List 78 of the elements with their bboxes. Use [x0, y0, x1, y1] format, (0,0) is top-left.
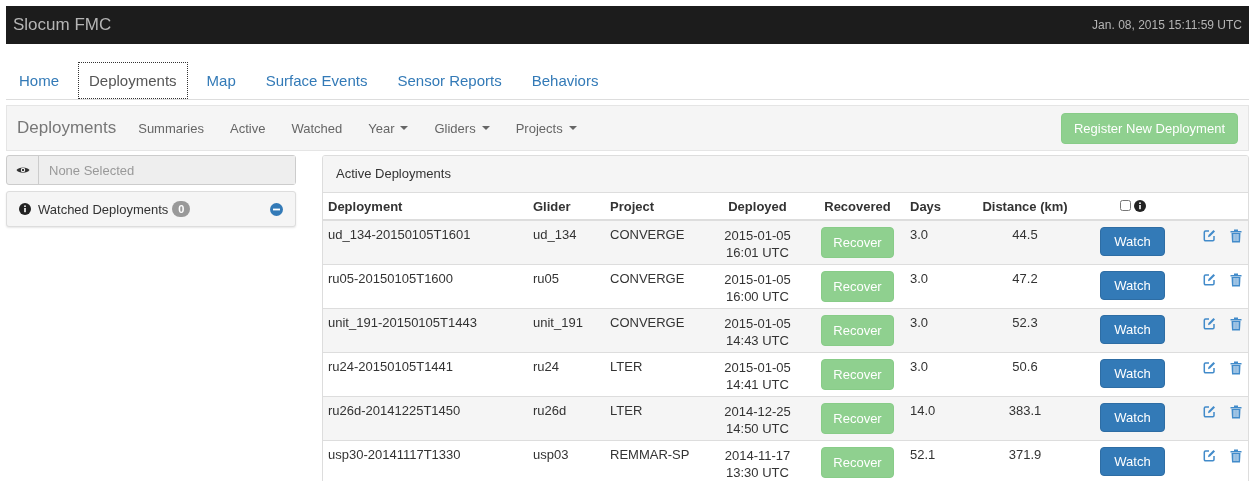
table-cell: 2015-01-05 14:43 UTC [724, 315, 791, 349]
table-cell: CONVERGE [610, 315, 685, 330]
watch-button[interactable]: Watch [1100, 447, 1165, 476]
search-field[interactable]: None Selected [6, 155, 296, 185]
app-brand[interactable]: Slocum FMC [13, 15, 112, 35]
clock-text: Jan. 08, 2015 15:11:59 UTC [1092, 18, 1242, 32]
watch-button[interactable]: Watch [1100, 315, 1165, 344]
table-cell: 2015-01-05 16:01 UTC [724, 227, 791, 261]
table-cell: 2014-11-17 13:30 UTC [724, 447, 791, 481]
table-cell: LTER [610, 359, 643, 374]
table-cell: unit_191-20150105T1443 [328, 315, 477, 330]
edit-icon[interactable] [1203, 405, 1216, 418]
trash-icon[interactable] [1230, 361, 1242, 375]
edit-icon[interactable] [1203, 273, 1216, 286]
edit-icon[interactable] [1203, 449, 1216, 462]
table-cell: 14.0 [910, 403, 936, 418]
table-cell: 3.0 [910, 271, 929, 286]
trash-icon[interactable] [1230, 405, 1242, 419]
subnav-link[interactable]: Gliders [434, 120, 490, 136]
table-cell: 3.0 [910, 315, 929, 330]
table-cell: 3.0 [910, 227, 929, 242]
edit-icon[interactable] [1203, 317, 1216, 330]
table-cell: ru05-20150105T1600 [328, 271, 454, 286]
edit-icon[interactable] [1203, 229, 1216, 242]
nav-tab[interactable]: Deployments [78, 62, 188, 99]
subnav-link[interactable]: Summaries [138, 120, 204, 136]
table-cell: 2015-01-05 16:00 UTC [724, 271, 791, 305]
nav-tab[interactable]: Behaviors [520, 62, 610, 99]
table-cell: REMMAR-SP [610, 447, 690, 462]
subnav-link[interactable]: Year [368, 120, 409, 136]
nav-tab[interactable]: Home [8, 62, 70, 99]
table-cell: usp03 [533, 447, 569, 462]
table-cell: ud_134 [533, 227, 577, 242]
subnav-link[interactable]: Watched [291, 120, 343, 136]
table-cell: LTER [610, 403, 643, 418]
watch-button[interactable]: Watch [1100, 403, 1165, 432]
table-cell: ru24 [533, 359, 560, 374]
nav-tab[interactable]: Surface Events [254, 62, 379, 99]
select-all-checkbox[interactable] [1119, 200, 1131, 211]
table-cell: ud_134-20150105T1601 [328, 227, 471, 242]
eye-icon [15, 165, 30, 175]
subnav-title[interactable]: Deployments [17, 118, 117, 138]
table-cell: 52.3 [1012, 315, 1038, 330]
nav-tab[interactable]: Sensor Reports [386, 62, 513, 99]
table-cell: 50.6 [1012, 359, 1038, 374]
watch-button[interactable]: Watch [1100, 359, 1165, 388]
info-icon [19, 203, 31, 215]
table-cell: ru26d-20141225T1450 [328, 403, 461, 418]
trash-icon[interactable] [1230, 273, 1242, 287]
table-cell: unit_191 [533, 315, 583, 330]
table-cell: CONVERGE [610, 227, 685, 242]
table-cell: 383.1 [1008, 403, 1042, 418]
count-badge: 0 [172, 201, 191, 217]
table-cell: 2014-12-25 14:50 UTC [724, 403, 791, 437]
edit-icon[interactable] [1203, 361, 1216, 374]
subnav-link[interactable]: Active [229, 120, 266, 136]
watch-button[interactable]: Watch [1100, 271, 1165, 300]
trash-icon[interactable] [1230, 317, 1242, 331]
panel-title: Active Deployments [336, 166, 451, 181]
nav-tab[interactable]: Map [195, 62, 247, 99]
watched-label: Watched Deployments [38, 201, 169, 217]
table-cell: 2015-01-05 14:41 UTC [724, 359, 791, 393]
table-cell: ru24-20150105T1441 [328, 359, 454, 374]
table-cell: 52.1 [910, 447, 936, 462]
table-cell: 44.5 [1012, 227, 1038, 242]
info-icon [1133, 199, 1146, 212]
trash-icon[interactable] [1230, 449, 1242, 463]
table-cell: ru05 [533, 271, 560, 286]
table-cell: 371.9 [1008, 447, 1042, 462]
subnav-link[interactable]: Projects [515, 120, 577, 136]
table-cell: usp30-20141117T1330 [328, 447, 461, 462]
table-cell: ru26d [533, 403, 567, 418]
watch-button[interactable]: Watch [1100, 227, 1165, 256]
table-cell: 47.2 [1012, 271, 1038, 286]
table-cell: CONVERGE [610, 271, 685, 286]
collapse-icon[interactable] [270, 202, 283, 216]
trash-icon[interactable] [1230, 229, 1242, 243]
table-cell: 3.0 [910, 359, 929, 374]
